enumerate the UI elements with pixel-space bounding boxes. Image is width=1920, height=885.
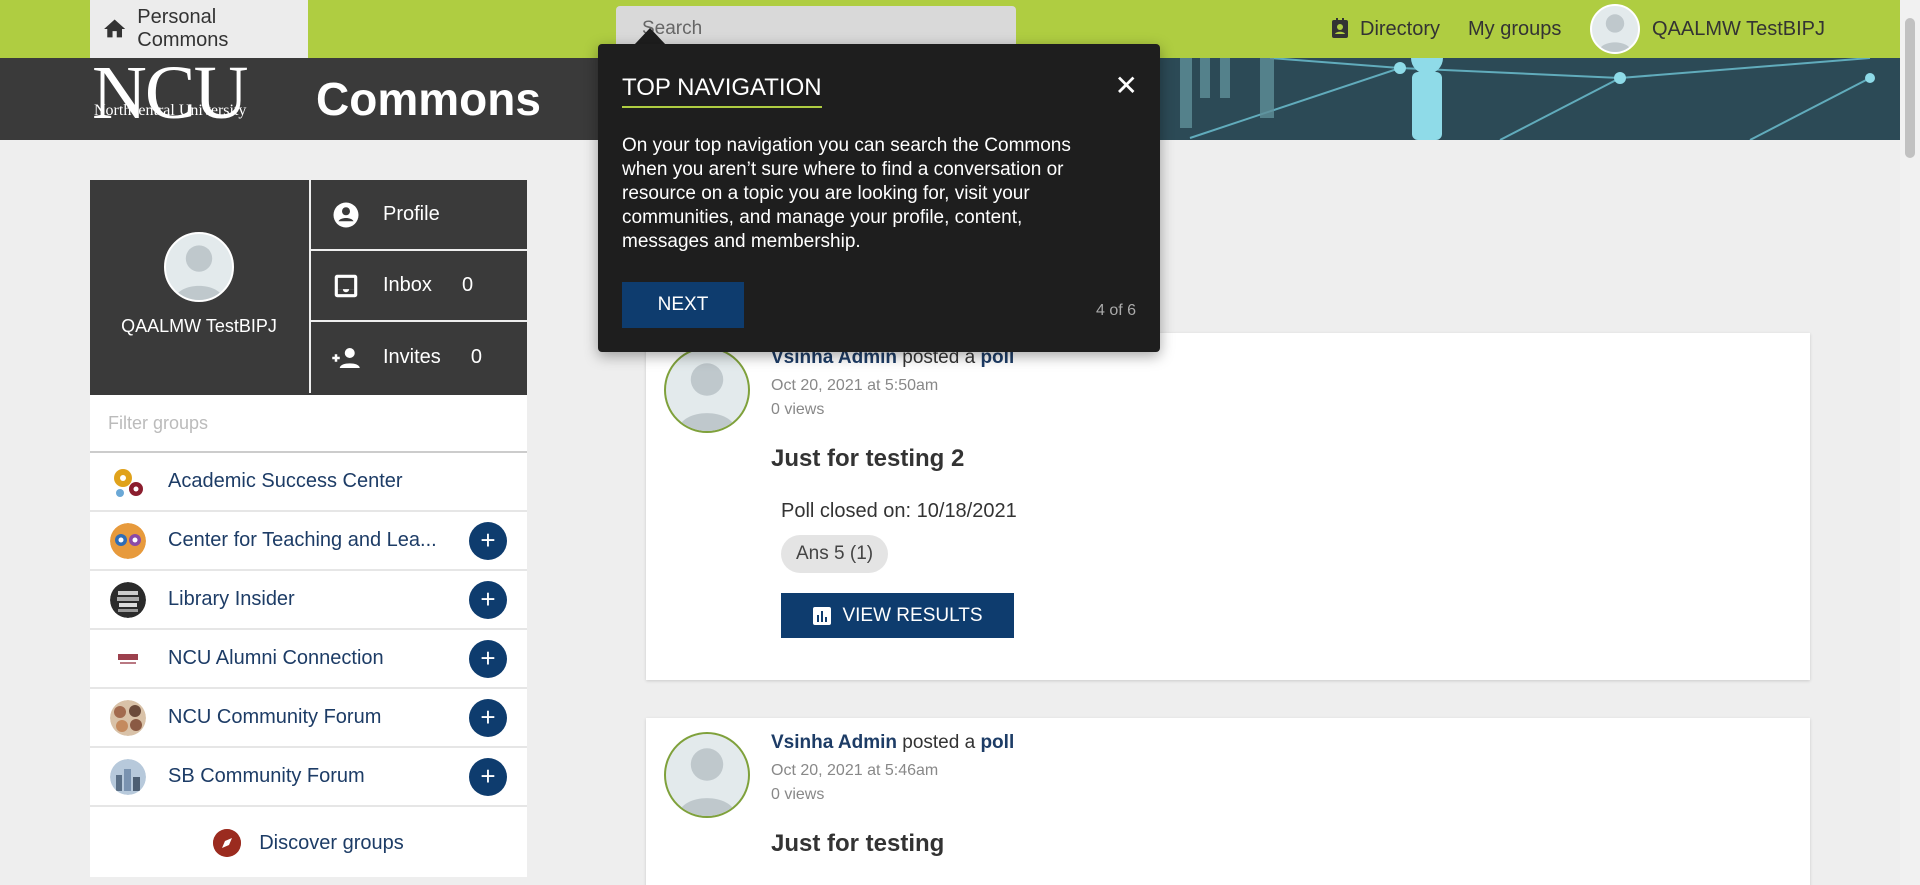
account-circle-icon xyxy=(333,202,359,227)
feed-post: Vsinha Admin posted a poll Oct 20, 2021 … xyxy=(646,333,1810,680)
view-results-label: VIEW RESULTS xyxy=(842,604,983,626)
user-name: QAALMW TestBIPJ xyxy=(1652,17,1826,40)
join-group-button[interactable]: + xyxy=(469,522,507,560)
compass-icon xyxy=(213,829,242,857)
view-results-button[interactable]: VIEW RESULTS xyxy=(781,593,1014,638)
group-item-sb-community-forum[interactable]: SB Community Forum + xyxy=(90,748,527,807)
tour-popup-pointer xyxy=(634,28,666,45)
tour-step-counter: 4 of 6 xyxy=(1095,302,1136,319)
profile-menu-inbox[interactable]: Inbox 0 xyxy=(309,251,527,322)
group-label: Center for Teaching and Lea... xyxy=(168,529,437,551)
group-item-center-for-teaching[interactable]: Center for Teaching and Lea... + xyxy=(90,512,527,571)
next-button[interactable]: NEXT xyxy=(622,282,744,328)
profile-menu: Profile Inbox 0 Invites 0 xyxy=(309,180,527,393)
filter-placeholder: Filter groups xyxy=(108,413,209,433)
user-menu[interactable]: QAALMW TestBIPJ xyxy=(1590,0,1825,58)
close-icon[interactable]: ✕ xyxy=(1115,72,1138,100)
logo-subtitle: Northcentral University xyxy=(94,102,247,119)
discover-groups-link[interactable]: Discover groups xyxy=(90,807,527,879)
ncu-alumni-logo-icon xyxy=(110,640,146,677)
people-collage-icon xyxy=(110,699,146,736)
join-group-button[interactable]: + xyxy=(469,699,507,737)
filter-groups-input[interactable]: Filter groups xyxy=(90,395,527,453)
personal-commons-tab[interactable]: Personal Commons xyxy=(90,0,308,58)
post-author-avatar[interactable] xyxy=(664,732,750,818)
bar-chart-icon xyxy=(813,606,832,625)
person-icon xyxy=(174,245,224,300)
network-banner-image xyxy=(1150,58,1900,140)
group-label: Library Insider xyxy=(168,588,295,610)
group-item-ncu-community-forum[interactable]: NCU Community Forum + xyxy=(90,689,527,748)
person-icon xyxy=(1598,14,1632,52)
join-group-button[interactable]: + xyxy=(469,758,507,796)
join-group-button[interactable]: + xyxy=(469,640,507,678)
person-icon xyxy=(677,748,737,816)
post-author-link[interactable]: Vsinha Admin xyxy=(771,732,897,753)
group-label: NCU Community Forum xyxy=(168,706,382,728)
group-label: Academic Success Center xyxy=(168,470,403,492)
scrollbar-thumb[interactable] xyxy=(1905,18,1915,158)
inbox-count: 0 xyxy=(461,274,474,296)
post-verb: posted a xyxy=(902,732,976,753)
invites-label: Invites xyxy=(383,346,441,368)
my-groups-link[interactable]: My groups xyxy=(1468,0,1561,58)
profile-menu-label: Profile xyxy=(383,203,440,225)
profile-menu-profile[interactable]: Profile xyxy=(309,180,527,251)
post-date: Oct 20, 2021 at 5:46am xyxy=(771,762,939,779)
discover-groups-label: Discover groups xyxy=(259,831,404,854)
post-header: Vsinha Admin posted a poll xyxy=(771,732,1014,754)
avatar xyxy=(1590,4,1640,54)
invites-count: 0 xyxy=(470,346,482,368)
feed-post: Vsinha Admin posted a poll Oct 20, 2021 … xyxy=(646,718,1810,885)
gears-icon xyxy=(114,468,143,497)
tour-popup: TOP NAVIGATION ✕ On your top navigation … xyxy=(598,44,1160,352)
post-views: 0 views xyxy=(771,786,825,803)
my-groups-label: My groups xyxy=(1468,17,1562,40)
profile-menu-invites[interactable]: Invites 0 xyxy=(309,322,527,393)
directory-link[interactable]: Directory xyxy=(1328,0,1440,58)
directory-label: Directory xyxy=(1360,17,1441,40)
post-title[interactable]: Just for testing 2 xyxy=(771,445,964,473)
group-item-academic-success-center[interactable]: Academic Success Center xyxy=(90,453,527,512)
logo-text: NCU xyxy=(92,58,248,135)
profile-summary[interactable]: QAALMW TestBIPJ xyxy=(90,180,308,395)
post-author-avatar[interactable] xyxy=(664,347,750,433)
poll-answer-chip: Ans 5 (1) xyxy=(781,535,889,573)
personal-commons-label: Personal Commons xyxy=(137,6,229,51)
city-skyline-icon xyxy=(110,758,146,795)
group-label: SB Community Forum xyxy=(168,765,365,787)
post-views: 0 views xyxy=(771,401,825,418)
group-item-ncu-alumni-connection[interactable]: NCU Alumni Connection + xyxy=(90,630,527,689)
person-add-icon xyxy=(332,347,360,368)
home-icon xyxy=(104,19,126,38)
tour-title: TOP NAVIGATION xyxy=(622,74,822,108)
books-icon xyxy=(110,581,146,618)
person-icon xyxy=(677,363,737,431)
tour-description: On your top navigation you can search th… xyxy=(622,135,1071,252)
group-logo-icon xyxy=(110,522,146,559)
post-type-link[interactable]: poll xyxy=(980,732,1014,753)
profile-card: QAALMW TestBIPJ Profile Inbox 0 Invites … xyxy=(90,180,527,395)
profile-name: QAALMW TestBIPJ xyxy=(121,316,277,336)
post-title[interactable]: Just for testing xyxy=(771,830,944,858)
inbox-icon xyxy=(334,274,358,297)
groups-panel: Filter groups Academic Success Center Ce… xyxy=(90,395,527,877)
post-date: Oct 20, 2021 at 5:50am xyxy=(771,377,939,394)
join-group-button[interactable]: + xyxy=(469,581,507,619)
contact-card-icon xyxy=(1332,18,1348,38)
ncu-logo[interactable]: NCU Northcentral University xyxy=(92,58,248,135)
group-item-library-insider[interactable]: Library Insider + xyxy=(90,571,527,630)
page-scrollbar[interactable] xyxy=(1900,0,1920,885)
group-label: NCU Alumni Connection xyxy=(168,647,384,669)
inbox-label: Inbox xyxy=(383,274,432,296)
profile-avatar xyxy=(164,232,234,302)
poll-closed-date: Poll closed on: 10/18/2021 xyxy=(781,500,1017,522)
site-title: Commons xyxy=(316,73,541,125)
